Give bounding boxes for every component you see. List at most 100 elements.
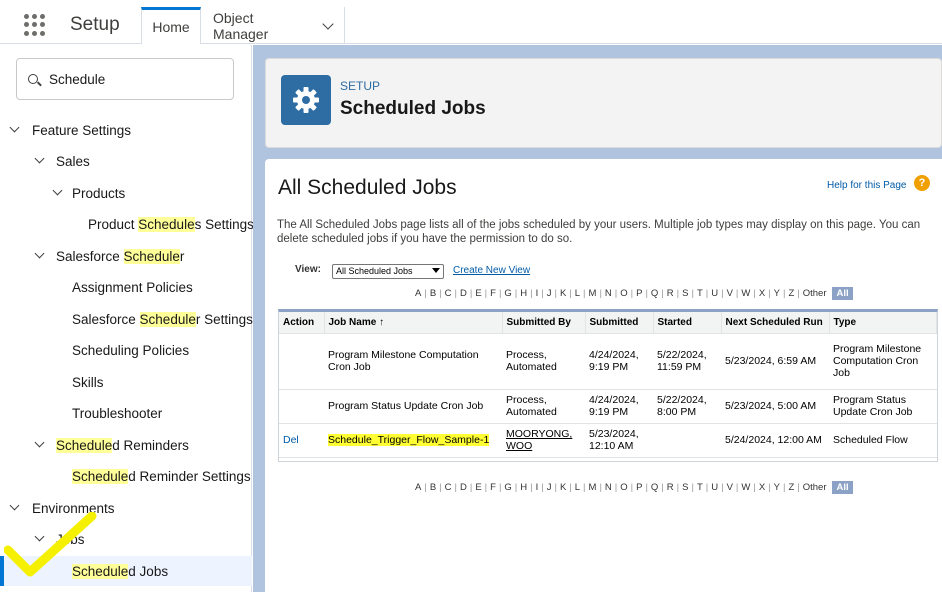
chevron-down-icon[interactable]: [322, 17, 334, 30]
alphabet-letter[interactable]: P: [633, 482, 645, 493]
alphabet-letter[interactable]: D: [457, 482, 470, 493]
sidebar-item-environments[interactable]: Environments: [0, 493, 252, 523]
col-submitted-by[interactable]: Submitted By: [502, 312, 586, 334]
alphabet-letter[interactable]: Z: [785, 288, 797, 299]
quick-find-input[interactable]: [49, 72, 219, 87]
sidebar-item-scheduled-reminder-settings[interactable]: Scheduled Reminder Settings: [0, 461, 252, 491]
alphabet-letter[interactable]: G: [501, 288, 514, 299]
alphabet-letter[interactable]: Other: [800, 288, 830, 299]
help-icon[interactable]: ?: [914, 175, 930, 191]
chevron-down-icon[interactable]: [34, 248, 45, 259]
alphabet-letter[interactable]: B: [427, 288, 439, 299]
alphabet-letter[interactable]: J: [544, 288, 555, 299]
app-launcher-icon[interactable]: [24, 14, 46, 36]
alphabet-letter[interactable]: U: [708, 288, 721, 299]
alphabet-letter[interactable]: I: [533, 288, 542, 299]
delete-link[interactable]: Del: [283, 434, 299, 446]
sidebar-item-salesforce-scheduler-settings[interactable]: Salesforce Scheduler Settings: [0, 304, 253, 334]
alphabet-letter[interactable]: O: [617, 482, 630, 493]
cell-submitted-by-text[interactable]: MOORYONG, WOO: [506, 428, 572, 452]
alphabet-letter[interactable]: W: [738, 288, 753, 299]
alphabet-letter[interactable]: F: [487, 482, 499, 493]
alphabet-letter[interactable]: H: [517, 288, 530, 299]
alphabet-letter[interactable]: R: [664, 482, 677, 493]
alphabet-letter[interactable]: M: [586, 288, 600, 299]
sidebar-item-scheduled-jobs[interactable]: Scheduled Jobs: [0, 556, 252, 586]
alphabet-letter[interactable]: E: [472, 482, 484, 493]
alphabet-letter[interactable]: S: [679, 288, 691, 299]
alphabet-letter[interactable]: O: [617, 288, 630, 299]
alphabet-letter[interactable]: Y: [771, 288, 783, 299]
sidebar-item-assignment-policies[interactable]: Assignment Policies: [0, 272, 252, 302]
alphabet-letter[interactable]: Y: [771, 482, 783, 493]
alphabet-letter[interactable]: V: [724, 482, 736, 493]
quick-find-box[interactable]: [16, 58, 234, 100]
sidebar-item-scheduling-policies[interactable]: Scheduling Policies: [0, 335, 252, 365]
alphabet-letter[interactable]: C: [442, 288, 455, 299]
view-select[interactable]: All Scheduled Jobs: [332, 264, 444, 279]
chevron-down-icon[interactable]: [34, 153, 45, 164]
alphabet-letter[interactable]: P: [633, 288, 645, 299]
alphabet-all[interactable]: All: [832, 480, 853, 494]
alphabet-letter[interactable]: L: [572, 288, 583, 299]
col-type[interactable]: Type: [829, 312, 937, 334]
sidebar-item-jobs[interactable]: Jobs: [0, 524, 252, 554]
alphabet-letter[interactable]: K: [557, 482, 569, 493]
alphabet-letter[interactable]: S: [679, 482, 691, 493]
chevron-down-icon[interactable]: [52, 185, 63, 196]
sidebar-item-products[interactable]: Products: [0, 178, 252, 208]
alphabet-letter[interactable]: V: [724, 288, 736, 299]
chevron-down-icon[interactable]: [9, 122, 20, 133]
alphabet-letter[interactable]: B: [427, 482, 439, 493]
create-new-view-link[interactable]: Create New View: [453, 265, 530, 276]
col-next-scheduled-run[interactable]: Next Scheduled Run: [721, 312, 830, 334]
alphabet-letter[interactable]: Q: [648, 482, 661, 493]
alphabet-letter[interactable]: A: [412, 288, 424, 299]
sidebar-item-skills[interactable]: Skills: [0, 367, 252, 397]
sidebar-item-sales[interactable]: Sales: [0, 146, 252, 176]
alphabet-letter[interactable]: M: [586, 482, 600, 493]
alphabet-letter[interactable]: G: [501, 482, 514, 493]
sidebar-item-troubleshooter[interactable]: Troubleshooter: [0, 398, 252, 428]
alphabet-letter[interactable]: R: [664, 288, 677, 299]
tab-object-manager[interactable]: Object Manager: [201, 7, 345, 44]
alphabet-letter[interactable]: A: [412, 482, 424, 493]
alphabet-letter[interactable]: J: [544, 482, 555, 493]
alphabet-letter[interactable]: N: [602, 482, 615, 493]
sidebar-item-product-schedules-settings[interactable]: Product Schedules Settings: [0, 209, 254, 239]
sidebar-item-scheduled-reminders[interactable]: Scheduled Reminders: [0, 430, 252, 460]
tab-home[interactable]: Home: [141, 7, 201, 44]
chevron-down-icon[interactable]: [34, 437, 45, 448]
chevron-down-icon[interactable]: [34, 531, 45, 542]
alphabet-letter[interactable]: Z: [785, 482, 797, 493]
alphabet-letter[interactable]: C: [442, 482, 455, 493]
cell-submitted-text: 4/24/2024, 9:19 PM: [589, 394, 639, 418]
col-job-name[interactable]: Job Name ↑: [324, 312, 503, 334]
col-started[interactable]: Started: [653, 312, 722, 334]
alphabet-letter[interactable]: H: [517, 482, 530, 493]
alphabet-letter[interactable]: F: [487, 288, 499, 299]
alphabet-letter[interactable]: Q: [648, 288, 661, 299]
alphabet-letter[interactable]: N: [602, 288, 615, 299]
alphabet-letter[interactable]: W: [738, 482, 753, 493]
sidebar-item-salesforce-scheduler[interactable]: Salesforce Scheduler: [0, 241, 252, 271]
alphabet-letter[interactable]: E: [472, 288, 484, 299]
alphabet-letter[interactable]: X: [756, 288, 768, 299]
alphabet-letter[interactable]: T: [694, 482, 706, 493]
alphabet-letter[interactable]: U: [708, 482, 721, 493]
alphabet-letter[interactable]: L: [572, 482, 583, 493]
alphabet-all[interactable]: All: [832, 286, 853, 300]
col-submitted[interactable]: Submitted: [585, 312, 654, 334]
sidebar-item-feature-settings[interactable]: Feature Settings: [0, 115, 252, 145]
alphabet-letter[interactable]: K: [557, 288, 569, 299]
help-link[interactable]: Help for this Page: [827, 180, 907, 191]
cell-submitted-by: Process, Automated: [502, 389, 585, 424]
alphabet-letter[interactable]: T: [694, 288, 706, 299]
alphabet-letter[interactable]: D: [457, 288, 470, 299]
sidebar-item-label: Scheduled Jobs: [72, 563, 168, 579]
alphabet-letter[interactable]: X: [756, 482, 768, 493]
breadcrumb[interactable]: SETUP: [340, 79, 380, 93]
chevron-down-icon[interactable]: [9, 500, 20, 511]
alphabet-letter[interactable]: I: [533, 482, 542, 493]
alphabet-letter[interactable]: Other: [800, 482, 830, 493]
